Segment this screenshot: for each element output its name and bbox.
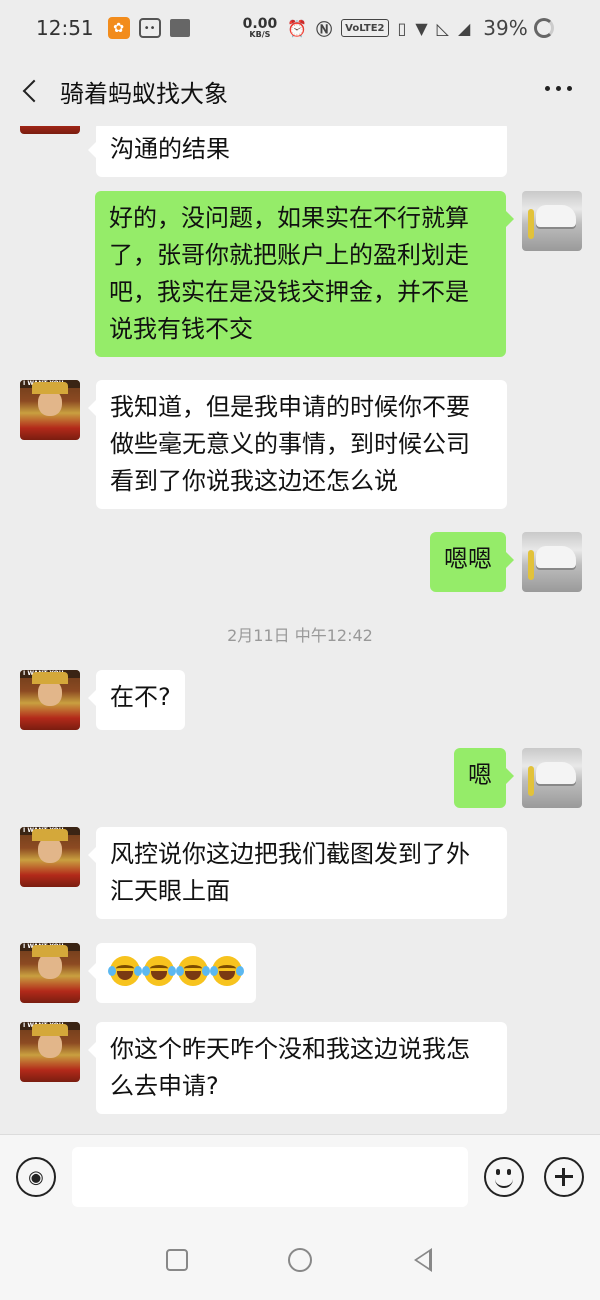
recent-apps-button[interactable] xyxy=(166,1249,188,1271)
message-incoming: I WANT YOU 在不? xyxy=(20,670,185,730)
avatar-self[interactable] xyxy=(522,532,582,592)
laugh-cry-emoji-icon xyxy=(108,955,142,986)
battery-icon xyxy=(533,18,554,38)
laugh-cry-emoji-icon xyxy=(210,955,244,986)
uc-browser-icon: ✿ xyxy=(107,17,130,39)
emoji-button[interactable] xyxy=(484,1157,524,1197)
status-bar: 12:51 ✿ •• 0.00 KB/S ⏰ Ⓝ VoLTE2 ▯ ▼ ◺ ◢ … xyxy=(0,0,600,56)
emoji-group xyxy=(108,952,244,989)
status-time: 12:51 xyxy=(36,16,94,40)
network-speed: 0.00 KB/S xyxy=(243,17,278,39)
message-outgoing: 好的，没问题，如果实在不行就算了，张哥你就把账户上的盈利划走吧，我实在是没钱交押… xyxy=(95,191,582,357)
avatar-contact[interactable]: I WANT YOU xyxy=(20,827,80,887)
laugh-cry-emoji-icon xyxy=(176,955,210,986)
mail-icon xyxy=(169,19,190,37)
message-outgoing: 嗯嗯 xyxy=(430,532,582,592)
message-incoming: I WANT YOU 沟通的结果 xyxy=(20,126,507,177)
chat-input-bar: ◉ xyxy=(0,1134,600,1220)
back-button[interactable] xyxy=(0,56,60,126)
network-speed-unit: KB/S xyxy=(249,30,271,39)
chevron-left-icon xyxy=(22,79,46,103)
signal-icon: ◢ xyxy=(457,18,471,38)
system-nav-bar xyxy=(0,1220,600,1300)
avatar-self[interactable] xyxy=(522,748,582,808)
vibrate-icon: ▯ xyxy=(397,18,407,38)
avatar-contact[interactable]: I WANT YOU xyxy=(20,1022,80,1082)
message-bubble[interactable]: 沟通的结果 xyxy=(88,126,507,177)
message-bubble[interactable]: 你这个昨天咋个没和我这边说我怎么去申请? xyxy=(88,1022,507,1114)
message-bubble[interactable]: 我知道，但是我申请的时候你不要做些毫无意义的事情，到时候公司看到了你说我这边还怎… xyxy=(88,380,507,509)
avatar-contact[interactable]: I WANT YOU xyxy=(20,126,80,134)
system-back-button[interactable] xyxy=(414,1248,432,1272)
message-incoming: I WANT YOU 我知道，但是我申请的时候你不要做些毫无意义的事情，到时候公… xyxy=(20,380,507,509)
message-bubble[interactable]: 在不? xyxy=(88,670,185,730)
avatar-contact[interactable]: I WANT YOU xyxy=(20,380,80,440)
message-bubble[interactable]: 好的，没问题，如果实在不行就算了，张哥你就把账户上的盈利划走吧，我实在是没钱交押… xyxy=(95,191,514,357)
message-bubble[interactable]: 嗯嗯 xyxy=(430,532,514,592)
avatar-contact[interactable]: I WANT YOU xyxy=(20,943,80,1003)
message-input[interactable] xyxy=(72,1147,468,1207)
alarm-icon: ⏰ xyxy=(287,18,308,38)
laugh-cry-emoji-icon xyxy=(142,955,176,986)
message-list[interactable]: I WANT YOU 沟通的结果 好的，没问题，如果实在不行就算了，张哥你就把账… xyxy=(0,126,600,1134)
avatar-self[interactable] xyxy=(522,191,582,251)
chat-header: 骑着蚂蚁找大象 xyxy=(0,56,600,126)
message-bubble[interactable]: 嗯 xyxy=(454,748,514,808)
network-speed-value: 0.00 xyxy=(242,16,278,32)
volte-badge: VoLTE2 xyxy=(341,19,389,37)
app-notification-icon: •• xyxy=(138,18,161,38)
message-incoming: I WANT YOU 你这个昨天咋个没和我这边说我怎么去申请? xyxy=(20,1022,507,1114)
nfc-icon: Ⓝ xyxy=(316,20,333,39)
message-incoming: I WANT YOU xyxy=(20,943,256,1003)
message-bubble[interactable]: 风控说你这边把我们截图发到了外汇天眼上面 xyxy=(88,827,507,919)
message-incoming: I WANT YOU 风控说你这边把我们截图发到了外汇天眼上面 xyxy=(20,827,507,919)
home-button[interactable] xyxy=(288,1248,312,1272)
battery-percent: 39% xyxy=(483,16,528,40)
message-timestamp: 2月11日 中午12:42 xyxy=(227,626,373,645)
voice-icon: ◉ xyxy=(28,1166,44,1188)
more-button[interactable] xyxy=(545,86,572,91)
signal-empty-icon: ◺ xyxy=(436,18,449,38)
message-bubble-emoji[interactable] xyxy=(88,943,256,1003)
avatar-contact[interactable]: I WANT YOU xyxy=(20,670,80,730)
chat-title: 骑着蚂蚁找大象 xyxy=(60,79,228,108)
wifi-icon: ▼ xyxy=(415,18,428,38)
more-dots-icon xyxy=(545,86,550,91)
plus-button[interactable] xyxy=(544,1157,584,1197)
voice-button[interactable]: ◉ xyxy=(16,1157,56,1197)
message-outgoing: 嗯 xyxy=(454,748,582,808)
